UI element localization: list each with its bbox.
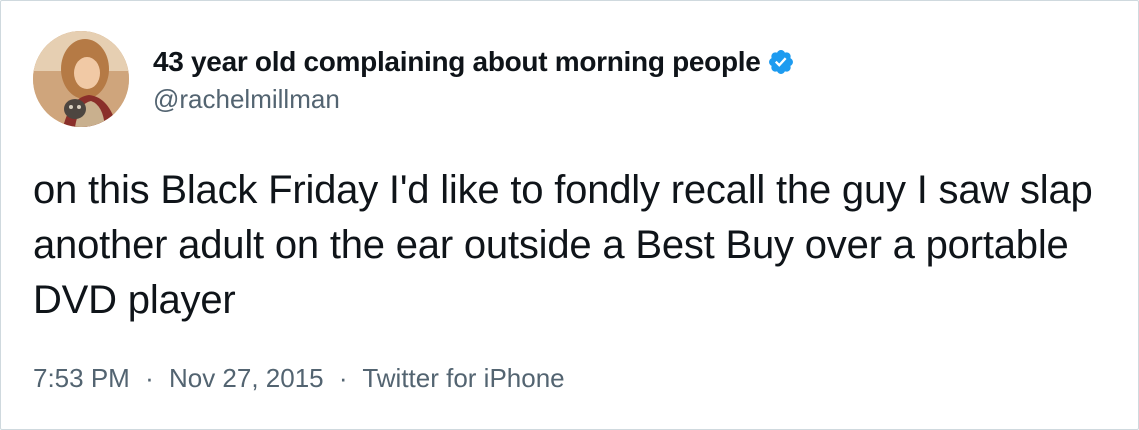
author-display-name[interactable]: 43 year old complaining about morning pe… (153, 46, 761, 78)
tweet-text: on this Black Friday I'd like to fondly … (33, 168, 1093, 322)
tweet-source[interactable]: Twitter for iPhone (362, 363, 564, 393)
tweet-time[interactable]: 7:53 PM (33, 363, 130, 393)
tweet-card: 43 year old complaining about morning pe… (0, 0, 1139, 430)
avatar[interactable] (33, 31, 129, 127)
meta-separator: · (145, 363, 154, 393)
tweet-metadata: 7:53 PM · Nov 27, 2015 · Twitter for iPh… (33, 363, 565, 394)
verified-badge-icon (767, 48, 795, 76)
meta-separator: · (338, 363, 348, 393)
author-identity: 43 year old complaining about morning pe… (153, 44, 795, 115)
tweet-date[interactable]: Nov 27, 2015 (169, 363, 324, 393)
name-row: 43 year old complaining about morning pe… (153, 44, 795, 80)
author-handle[interactable]: @rachelmillman (153, 84, 795, 115)
tweet-header: 43 year old complaining about morning pe… (33, 31, 795, 127)
avatar-image (33, 31, 129, 127)
